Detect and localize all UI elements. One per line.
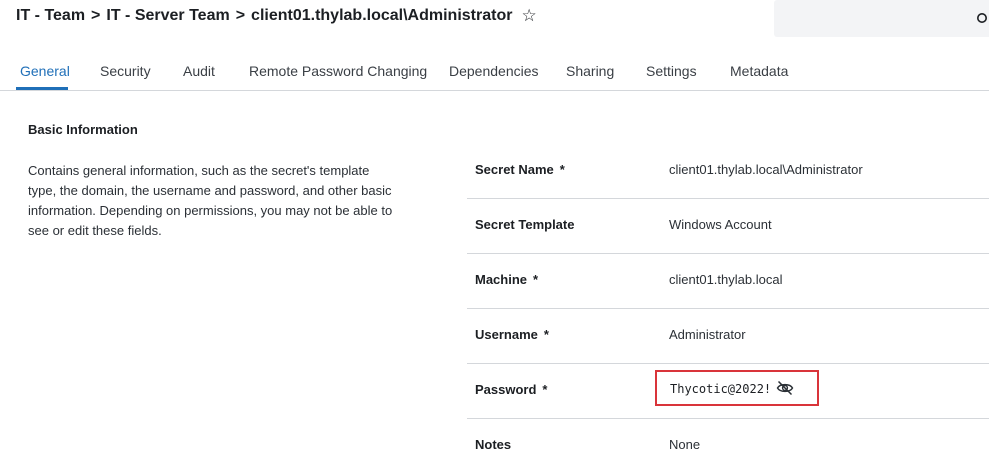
section-title: Basic Information (28, 122, 138, 137)
tab-settings[interactable]: Settings (646, 63, 697, 79)
breadcrumb-separator: > (235, 7, 246, 24)
active-tab-indicator (16, 87, 68, 90)
breadcrumb: IT - Team > IT - Server Team > client01.… (16, 6, 537, 26)
field-label-text: Secret Template (475, 217, 575, 232)
search-icon (977, 13, 987, 23)
field-label-text: Notes (475, 437, 512, 452)
field-label-text: Password (475, 382, 537, 397)
field-row-notes: Notes None (467, 419, 989, 473)
tab-general[interactable]: General (20, 63, 70, 79)
field-label: Secret Name * (475, 162, 565, 177)
breadcrumb-item-it-server-team[interactable]: IT - Server Team (106, 7, 229, 25)
required-marker: * (533, 272, 539, 287)
search-input[interactable] (774, 0, 989, 37)
page-header: IT - Team > IT - Server Team > client01.… (0, 0, 989, 40)
password-highlight-box: Thycotic@2022! (655, 370, 819, 406)
tab-remote-password-changing[interactable]: Remote Password Changing (249, 63, 427, 79)
field-label-text: Machine (475, 272, 528, 287)
breadcrumb-item-secret: client01.thylab.local\Administrator (251, 7, 513, 24)
field-label: Notes (475, 437, 517, 452)
favorite-star-icon[interactable]: ☆ (521, 6, 536, 26)
notes-value: None (669, 437, 701, 452)
field-label: Password * (475, 382, 547, 397)
tab-audit[interactable]: Audit (183, 63, 215, 79)
username-value: Administrator (669, 327, 746, 342)
field-label: Machine * (475, 272, 538, 287)
required-marker: * (559, 162, 565, 177)
field-label: Username * (475, 327, 549, 342)
password-value: Thycotic@2022! (670, 382, 772, 396)
section-description: Contains general information, such as th… (28, 163, 393, 238)
field-row-secret-template: Secret Template Windows Account (467, 199, 989, 254)
tab-security[interactable]: Security (100, 63, 151, 79)
field-label-text: Username (475, 327, 538, 342)
secret-name-value: client01.thylab.local\Administrator (669, 162, 863, 177)
field-label: Secret Template (475, 217, 580, 232)
field-row-password: Password * Thycotic@2022! (467, 364, 989, 419)
field-row-secret-name: Secret Name * client01.thylab.local\Admin… (467, 144, 989, 199)
field-row-username: Username * Administrator (467, 309, 989, 364)
required-marker: * (542, 382, 548, 397)
breadcrumb-item-it-team[interactable]: IT - Team (16, 7, 85, 25)
field-list: Secret Name * client01.thylab.local\Admin… (467, 144, 989, 473)
tab-dependencies[interactable]: Dependencies (449, 63, 539, 79)
tab-sharing[interactable]: Sharing (566, 63, 614, 79)
eye-slash-icon[interactable] (776, 380, 794, 396)
tab-metadata[interactable]: Metadata (730, 63, 788, 79)
breadcrumb-separator: > (91, 7, 101, 24)
secret-template-value: Windows Account (669, 217, 772, 232)
field-label-text: Secret Name (475, 162, 554, 177)
tab-bar: General Security Audit Remote Password C… (0, 52, 989, 91)
machine-value: client01.thylab.local (669, 272, 783, 287)
required-marker: * (543, 327, 549, 342)
field-row-machine: Machine * client01.thylab.local (467, 254, 989, 309)
